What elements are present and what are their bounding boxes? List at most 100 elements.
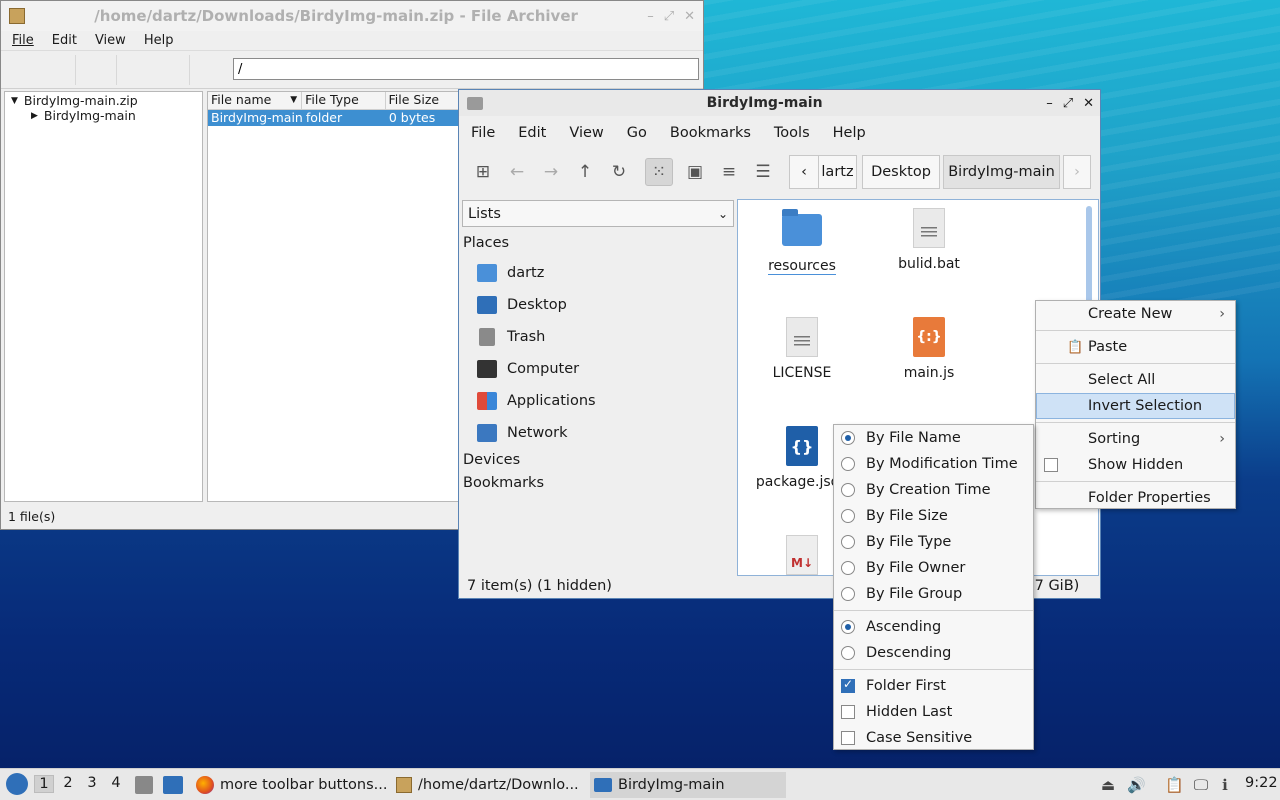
menu-help[interactable]: Help: [144, 33, 174, 48]
sort-by-file-name[interactable]: By File Name: [834, 425, 1033, 451]
detailed-list-icon[interactable]: ☰: [749, 158, 777, 186]
file-item-license[interactable]: LICENSE: [752, 317, 852, 381]
checkbox-checked[interactable]: [841, 677, 855, 693]
forward-arrow-icon[interactable]: →: [537, 158, 565, 186]
removable-media-icon[interactable]: ⏏: [1099, 776, 1117, 794]
close-icon[interactable]: ✕: [684, 9, 695, 24]
checkbox[interactable]: [841, 731, 855, 745]
archiver-titlebar[interactable]: /home/dartz/Downloads/BirdyImg-main.zip …: [1, 1, 703, 31]
radio[interactable]: [841, 483, 855, 497]
breadcrumb-scroll-right[interactable]: ›: [1063, 155, 1091, 189]
file-item-bulid-bat[interactable]: bulid.bat: [879, 208, 979, 272]
side-pane-mode-select[interactable]: Lists ⌄: [462, 200, 734, 227]
archive-path-input[interactable]: [233, 58, 699, 80]
start-menu-icon[interactable]: [6, 773, 28, 795]
sort-by-creation-time[interactable]: By Creation Time: [834, 477, 1033, 503]
expander-down-icon[interactable]: ▼: [11, 96, 18, 106]
sort-by-file-type[interactable]: By File Type: [834, 529, 1033, 555]
column-file-name[interactable]: File name ▼: [208, 92, 303, 109]
file-item-main-js[interactable]: {:} main.js: [879, 317, 979, 381]
sort-ascending[interactable]: Ascending: [834, 614, 1033, 640]
menu-tools[interactable]: Tools: [774, 125, 810, 141]
menu-view[interactable]: View: [569, 125, 603, 141]
devices-header[interactable]: Devices: [463, 449, 733, 472]
workspace-2[interactable]: 2: [58, 775, 78, 793]
sort-descending[interactable]: Descending: [834, 640, 1033, 666]
new-tab-icon[interactable]: ⊞: [469, 158, 497, 186]
menu-help[interactable]: Help: [833, 125, 866, 141]
sort-by-modification-time[interactable]: By Modification Time: [834, 451, 1033, 477]
checkbox[interactable]: [841, 705, 855, 719]
sort-by-file-group[interactable]: By File Group: [834, 581, 1033, 607]
close-icon[interactable]: ✕: [1083, 96, 1094, 111]
back-arrow-icon[interactable]: ←: [503, 158, 531, 186]
fm-titlebar[interactable]: BirdyImg-main – ⤢ ✕: [459, 90, 1100, 116]
menu-edit[interactable]: Edit: [518, 125, 546, 141]
menu-view[interactable]: View: [95, 33, 126, 48]
sort-by-file-size[interactable]: By File Size: [834, 503, 1033, 529]
file-manager-launcher-icon[interactable]: [135, 776, 153, 794]
menu-invert-selection[interactable]: Invert Selection: [1036, 393, 1235, 419]
up-arrow-icon[interactable]: ↑: [571, 158, 599, 186]
menu-edit[interactable]: Edit: [52, 33, 77, 48]
task-file-manager[interactable]: BirdyImg-main: [590, 772, 786, 798]
menu-paste[interactable]: 📋 Paste: [1036, 334, 1235, 360]
breadcrumb-desktop[interactable]: Desktop: [862, 155, 940, 189]
case-sensitive-option[interactable]: Case Sensitive: [834, 725, 1033, 751]
place-desktop[interactable]: Desktop: [463, 289, 733, 321]
minimize-icon[interactable]: –: [647, 9, 654, 24]
workspace-1[interactable]: 1: [34, 775, 54, 793]
menu-sorting[interactable]: Sorting ›: [1036, 426, 1235, 452]
expander-right-icon[interactable]: ▶: [31, 111, 38, 121]
icon-view-icon[interactable]: ⁙: [645, 158, 673, 186]
place-computer[interactable]: Computer: [463, 353, 733, 385]
menu-show-hidden[interactable]: Show Hidden: [1036, 452, 1235, 478]
bookmarks-header[interactable]: Bookmarks: [463, 472, 733, 495]
thumbnail-view-icon[interactable]: ▣: [681, 158, 709, 186]
menu-go[interactable]: Go: [627, 125, 647, 141]
volume-icon[interactable]: 🔊: [1127, 776, 1146, 794]
place-applications[interactable]: Applications: [463, 385, 733, 417]
breadcrumb-dartz[interactable]: lartz: [819, 155, 857, 189]
radio-selected[interactable]: [841, 620, 855, 634]
task-archiver[interactable]: /home/dartz/Downlo...: [392, 772, 588, 798]
menu-select-all[interactable]: Select All: [1036, 367, 1235, 393]
tree-item-folder[interactable]: ▶ BirdyImg-main: [5, 108, 202, 123]
maximize-icon[interactable]: ⤢: [1063, 96, 1073, 111]
place-trash[interactable]: Trash: [463, 321, 733, 353]
radio[interactable]: [841, 646, 855, 660]
radio[interactable]: [841, 535, 855, 549]
minimize-icon[interactable]: –: [1046, 96, 1053, 111]
breadcrumb-scroll-left[interactable]: ‹: [789, 155, 819, 189]
menu-create-new[interactable]: Create New ›: [1036, 301, 1235, 327]
clipboard-icon[interactable]: 📋: [1165, 776, 1184, 794]
radio[interactable]: [841, 457, 855, 471]
desktop-launcher-icon[interactable]: [163, 776, 183, 794]
hidden-last-option[interactable]: Hidden Last: [834, 699, 1033, 725]
scrollbar-thumb[interactable]: [1086, 206, 1092, 306]
clock[interactable]: 9:22: [1245, 775, 1278, 791]
radio[interactable]: [841, 509, 855, 523]
column-file-size[interactable]: File Size: [386, 92, 464, 109]
menu-folder-properties[interactable]: Folder Properties: [1036, 485, 1235, 511]
file-item-resources[interactable]: resources: [752, 209, 852, 275]
place-network[interactable]: Network: [463, 417, 733, 449]
compact-view-icon[interactable]: ≡: [715, 158, 743, 186]
maximize-icon[interactable]: ⤢: [664, 9, 674, 24]
reload-icon[interactable]: ↻: [605, 158, 633, 186]
column-file-type[interactable]: File Type: [302, 92, 386, 109]
breadcrumb-birdyimg[interactable]: BirdyImg-main: [943, 155, 1060, 189]
show-hidden-checkbox[interactable]: [1044, 458, 1058, 472]
folder-first-option[interactable]: Folder First: [834, 673, 1033, 699]
workspace-3[interactable]: 3: [82, 775, 102, 793]
radio[interactable]: [841, 587, 855, 601]
tree-item-zip[interactable]: ▼ BirdyImg-main.zip: [5, 93, 202, 108]
table-row[interactable]: BirdyImg-main folder 0 bytes: [208, 110, 464, 126]
menu-bookmarks[interactable]: Bookmarks: [670, 125, 751, 141]
menu-file[interactable]: File: [471, 125, 495, 141]
radio-selected[interactable]: [841, 431, 855, 445]
sort-by-file-owner[interactable]: By File Owner: [834, 555, 1033, 581]
place-dartz[interactable]: dartz: [463, 257, 733, 289]
network-status-icon[interactable]: 🖵: [1192, 776, 1210, 794]
menu-file[interactable]: File: [12, 33, 34, 48]
